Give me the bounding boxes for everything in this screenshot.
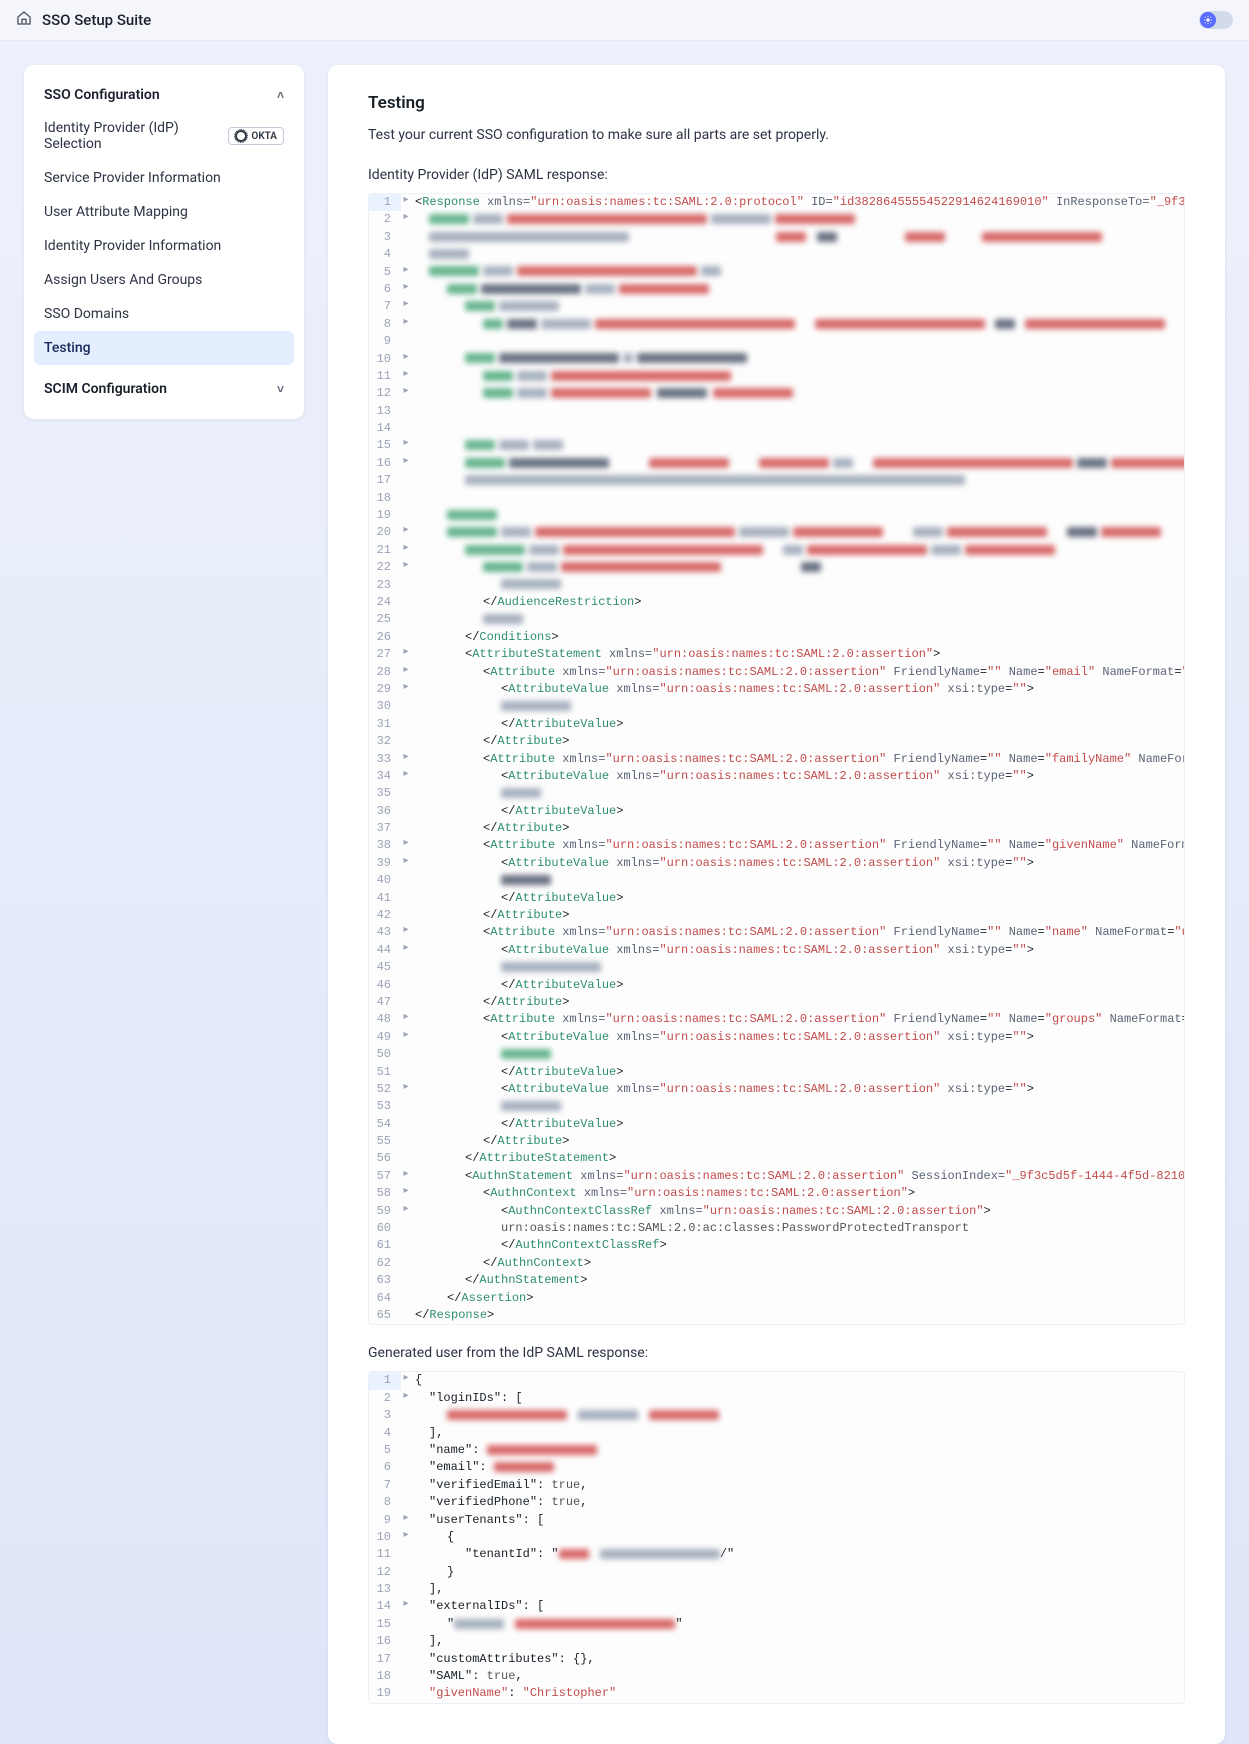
app-header: SSO Setup Suite	[0, 0, 1249, 41]
generated-user-label: Generated user from the IdP SAML respons…	[368, 1345, 1185, 1361]
sidebar-item-assign-users[interactable]: Assign Users And Groups	[34, 263, 294, 297]
sidebar-section-title: SSO Configuration	[44, 87, 160, 103]
okta-icon	[235, 130, 247, 142]
page-description: Test your current SSO configuration to m…	[368, 127, 1185, 143]
sidebar-item-label: Identity Provider Information	[44, 238, 221, 254]
sidebar-item-label: Service Provider Information	[44, 170, 221, 186]
okta-badge: OKTA	[228, 127, 284, 145]
sidebar-item-user-mapping[interactable]: User Attribute Mapping	[34, 195, 294, 229]
sidebar-item-label: User Attribute Mapping	[44, 204, 188, 220]
saml-response-code[interactable]: 1▸<Response xmlns="urn:oasis:names:tc:SA…	[368, 193, 1185, 1325]
chevron-down-icon: ˅	[277, 382, 284, 396]
sidebar-item-sp-info[interactable]: Service Provider Information	[34, 161, 294, 195]
sidebar-items: Identity Provider (IdP) Selection OKTA S…	[34, 111, 294, 373]
sidebar-section-scim[interactable]: SCIM Configuration ˅	[34, 373, 294, 405]
sidebar-item-idp-selection[interactable]: Identity Provider (IdP) Selection OKTA	[34, 111, 294, 161]
sidebar-item-testing[interactable]: Testing	[34, 331, 294, 365]
sidebar-item-label: SSO Domains	[44, 306, 129, 322]
sidebar-item-label: Assign Users And Groups	[44, 272, 202, 288]
sidebar-section-title: SCIM Configuration	[44, 381, 167, 397]
app-title: SSO Setup Suite	[42, 11, 151, 29]
chevron-up-icon: ˄	[277, 88, 284, 102]
sun-icon	[1200, 12, 1216, 28]
home-icon[interactable]	[16, 10, 32, 30]
sidebar-item-label: Testing	[44, 340, 91, 356]
idp-response-label: Identity Provider (IdP) SAML response:	[368, 167, 1185, 183]
main-content: Testing Test your current SSO configurat…	[328, 65, 1225, 1744]
page-title: Testing	[368, 93, 1185, 113]
generated-user-code[interactable]: 1▸{ 2▸"loginIDs": [ 3 4], 5"name": 6"ema…	[368, 1371, 1185, 1703]
sidebar-item-label: Identity Provider (IdP) Selection	[44, 120, 228, 152]
sidebar-item-idp-info[interactable]: Identity Provider Information	[34, 229, 294, 263]
sidebar-item-sso-domains[interactable]: SSO Domains	[34, 297, 294, 331]
theme-toggle[interactable]	[1199, 11, 1233, 29]
sidebar-section-sso[interactable]: SSO Configuration ˄	[34, 79, 294, 111]
sidebar: SSO Configuration ˄ Identity Provider (I…	[24, 65, 304, 419]
